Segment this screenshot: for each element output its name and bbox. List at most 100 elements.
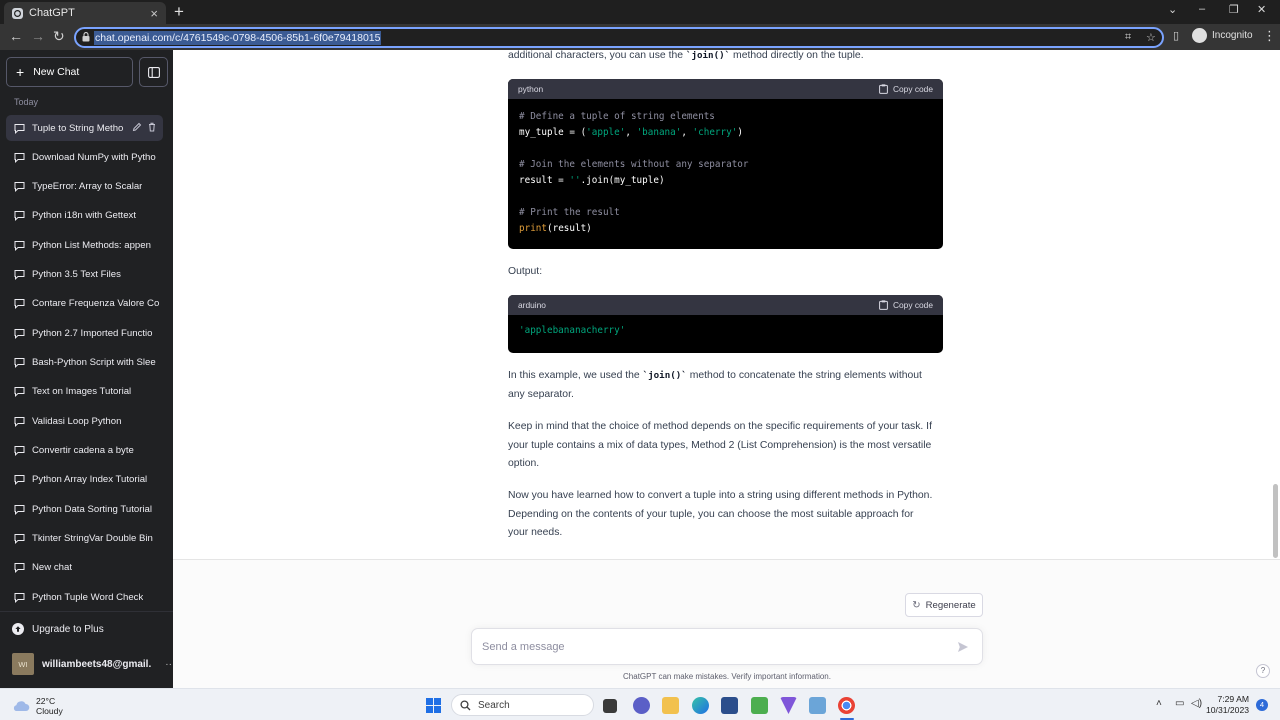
weather-condition: Cloudy xyxy=(36,706,63,716)
paragraph-text: In this example, we used the xyxy=(508,370,643,381)
file-explorer-icon[interactable] xyxy=(662,697,679,714)
address-bar[interactable]: chat.openai.com/c/4761549c-0798-4506-85b… xyxy=(74,27,1164,48)
help-button[interactable]: ? xyxy=(1256,664,1270,678)
message-icon xyxy=(14,181,25,192)
clipboard-icon xyxy=(879,300,888,310)
url-text: chat.openai.com/c/4761549c-0798-4506-85b… xyxy=(94,30,382,45)
side-panel-icon[interactable]: ▯ xyxy=(1173,29,1179,44)
sidebar-conversation-item[interactable]: Python Data Sorting Tutorial xyxy=(6,496,163,522)
taskbar-clock[interactable]: 7:29 AM 10/31/2023 xyxy=(1206,694,1249,716)
code-block-header: arduino Copy code xyxy=(508,295,943,315)
sidebar-conversation-item[interactable]: Bash-Python Script with Slee xyxy=(6,349,163,375)
minimize-icon[interactable]: – xyxy=(1199,3,1205,15)
conversation-label: Contare Frequenza Valore Co xyxy=(32,297,160,309)
toggle-sidebar-button[interactable] xyxy=(139,57,168,87)
weather-widget[interactable]: 22°C Cloudy xyxy=(12,696,63,716)
message-icon xyxy=(14,592,25,603)
copy-code-button[interactable]: Copy code xyxy=(879,84,933,94)
user-menu[interactable]: WI williambeets48@gmail. ··· xyxy=(12,653,175,675)
network-icon[interactable]: ▭ xyxy=(1175,698,1184,709)
browser-menu-icon[interactable]: ⋮ xyxy=(1263,28,1276,44)
code-builtin: print xyxy=(519,223,547,234)
intro-text: additional characters, you can use the xyxy=(508,50,686,61)
sidebar-conversation-item[interactable]: Convertir cadena a byte xyxy=(6,437,163,463)
chrome-browser-icon[interactable] xyxy=(838,697,855,714)
bookmark-star-icon[interactable]: ☆ xyxy=(1146,31,1156,44)
regenerate-button[interactable]: ↻ Regenerate xyxy=(905,593,983,617)
sidebar-conversation-item[interactable]: Contare Frequenza Valore Co xyxy=(6,290,163,316)
photos-app-icon[interactable] xyxy=(809,697,826,714)
store-icon[interactable] xyxy=(721,697,738,714)
paragraph-text: option. xyxy=(508,458,540,469)
inline-code: `join()` xyxy=(642,370,687,381)
vpn-app-icon[interactable] xyxy=(780,697,797,714)
sidebar-conversation-item[interactable]: Python 3.5 Text Files xyxy=(6,261,163,287)
show-hidden-icons-icon[interactable]: ˄ xyxy=(1156,698,1162,709)
reload-icon[interactable]: ↻ xyxy=(53,29,65,44)
edit-icon[interactable] xyxy=(132,122,142,132)
edge-browser-icon[interactable] xyxy=(692,697,709,714)
composer-area xyxy=(173,560,1280,688)
code-content: # Define a tuple of string elements my_t… xyxy=(508,99,943,247)
code-block-header: python Copy code xyxy=(508,79,943,99)
code-string: 'banana' xyxy=(636,127,682,138)
message-icon xyxy=(14,445,25,456)
sidebar-toggle-icon xyxy=(147,66,160,78)
chat-app-icon[interactable] xyxy=(633,697,650,714)
windows-start-icon[interactable] xyxy=(425,697,442,714)
close-window-icon[interactable]: ✕ xyxy=(1257,3,1266,16)
lock-icon xyxy=(82,32,90,42)
qr-code-icon[interactable]: ⌗ xyxy=(1125,31,1131,44)
paragraph-text: Depending on the contents of your tuple,… xyxy=(508,508,914,520)
disclaimer-text: ChatGPT can make mistakes. Verify import… xyxy=(623,672,831,681)
send-icon[interactable] xyxy=(957,641,969,653)
new-tab-icon[interactable]: + xyxy=(174,3,184,20)
message-icon xyxy=(14,240,25,251)
message-icon xyxy=(14,328,25,339)
answer-paragraph: In this example, we used the `join()` me… xyxy=(508,367,943,404)
tab-search-icon[interactable]: ⌄ xyxy=(1168,3,1177,16)
sidebar-conversation-item[interactable]: Python List Methods: appen xyxy=(6,232,163,258)
browser-tab[interactable]: ChatGPT × xyxy=(4,2,166,24)
sidebar-conversation-item[interactable]: Python Array Index Tutorial xyxy=(6,466,163,492)
paragraph-text: Now you have learned how to convert a tu… xyxy=(508,490,933,501)
notepad-app-icon[interactable] xyxy=(751,697,768,714)
code-text: ) xyxy=(737,127,743,138)
message-icon xyxy=(14,269,25,280)
new-chat-button[interactable]: + New Chat xyxy=(6,57,133,87)
incognito-indicator[interactable]: Incognito xyxy=(1192,28,1253,43)
maximize-icon[interactable]: ❐ xyxy=(1229,3,1239,16)
sidebar-conversation-item[interactable]: Download NumPy with Pytho xyxy=(6,144,163,170)
upgrade-to-plus-button[interactable]: Upgrade to Plus xyxy=(12,623,104,635)
sidebar-conversation-item[interactable]: Tkinter StringVar Double Bin xyxy=(6,525,163,551)
sidebar-conversation-item[interactable]: Tuple to String Metho xyxy=(6,115,163,141)
taskbar-search[interactable]: Search xyxy=(451,694,594,716)
sidebar-conversation-item[interactable]: TypeError: Array to Scalar xyxy=(6,173,163,199)
message-icon xyxy=(14,416,25,427)
code-text: my_tuple = ( xyxy=(519,127,587,138)
copy-code-button[interactable]: Copy code xyxy=(879,300,933,310)
sidebar-conversation-item[interactable]: Validasi Loop Python xyxy=(6,408,163,434)
conversation-label: TypeError: Array to Scalar xyxy=(32,180,143,192)
conversation-label: Text on Images Tutorial xyxy=(32,385,132,397)
code-content: 'applebananacherry' xyxy=(508,315,943,349)
sidebar-conversation-item[interactable]: Python i18n with Gettext xyxy=(6,202,163,228)
volume-icon[interactable]: ◁) xyxy=(1191,698,1202,709)
sidebar-conversation-item[interactable]: Python 2.7 Imported Functio xyxy=(6,320,163,346)
code-string: '' xyxy=(569,175,581,186)
chat-scrollbar[interactable] xyxy=(1273,484,1278,558)
back-icon[interactable]: ← xyxy=(9,29,23,44)
sidebar-conversation-item[interactable]: Python Tuple Word Check xyxy=(6,584,163,610)
clock-date: 10/31/2023 xyxy=(1206,705,1250,715)
task-view-icon[interactable] xyxy=(603,699,617,713)
paragraph-text: Keep in mind that the choice of method d… xyxy=(508,421,932,432)
close-tab-icon[interactable]: × xyxy=(150,6,158,21)
paragraph-text: method to concatenate the string element… xyxy=(686,370,922,381)
sidebar-conversation-item[interactable]: New chat xyxy=(6,554,163,580)
forward-icon[interactable]: → xyxy=(31,29,45,44)
sidebar-conversation-item[interactable]: Text on Images Tutorial xyxy=(6,378,163,404)
delete-icon[interactable] xyxy=(147,122,157,132)
notification-badge[interactable]: 4 xyxy=(1256,699,1268,711)
message-icon xyxy=(14,298,25,309)
message-input[interactable] xyxy=(482,638,942,656)
